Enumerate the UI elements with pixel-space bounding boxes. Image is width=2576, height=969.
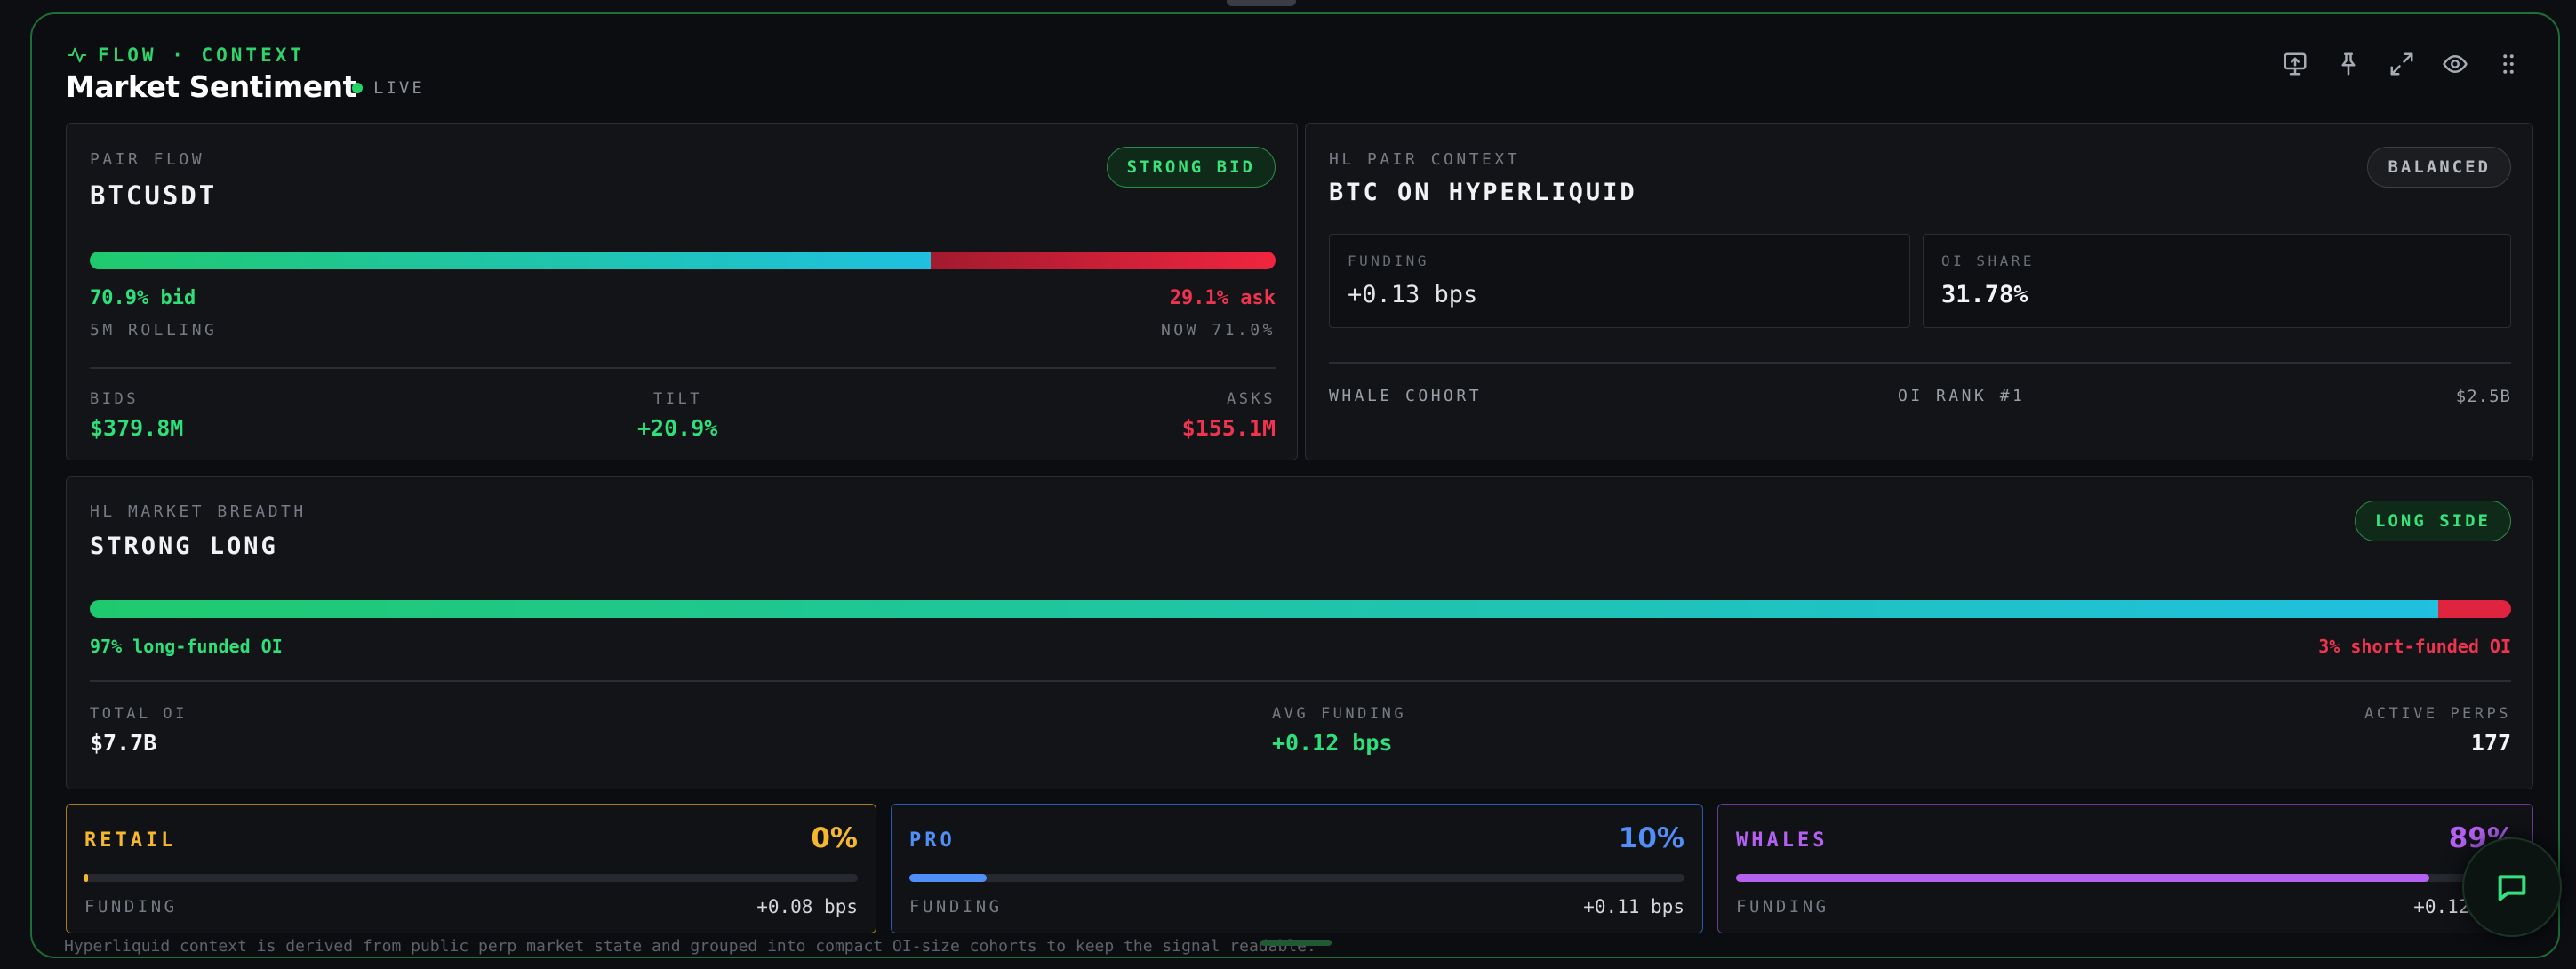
pair-flow-label: PAIR FLOW xyxy=(90,150,205,169)
eye-icon[interactable] xyxy=(2441,50,2469,78)
cohort-funding-label: FUNDING xyxy=(1736,897,1829,917)
chat-button[interactable] xyxy=(2462,837,2562,937)
cohort-whales: WHALES 89% FUNDING +0.12 bps xyxy=(1717,804,2533,933)
bid-fill xyxy=(90,252,931,269)
market-breadth-card: HL MARKET BREADTH STRONG LONG LONG SIDE … xyxy=(66,476,2533,789)
cohort-track xyxy=(1736,874,2515,882)
cohort-track xyxy=(909,874,1684,882)
pair-flow-badge: STRONG BID xyxy=(1106,147,1276,188)
live-indicator: LIVE xyxy=(352,78,425,98)
market-sentiment-panel: FLOW · CONTEXT Market Sentiment LIVE PAI… xyxy=(30,12,2560,958)
expand-icon[interactable] xyxy=(2388,50,2416,78)
now-value: NOW 71.0% xyxy=(1160,321,1276,340)
footer-note: Hyperliquid context is derived from publ… xyxy=(64,937,1316,956)
whale-cohort-value: $2.5B xyxy=(2455,387,2511,406)
tilt-label: TILT xyxy=(653,390,702,408)
window-drag-handle[interactable] xyxy=(1227,0,1296,6)
oi-rank: OI RANK #1 xyxy=(1898,387,2026,405)
total-oi-label: TOTAL OI xyxy=(90,705,188,723)
short-fill xyxy=(2438,600,2511,618)
funding-label: FUNDING xyxy=(1348,252,1429,269)
bids-value: $379.8M xyxy=(90,415,184,441)
hl-pair-context-card: HL PAIR CONTEXT BTC ON HYPERLIQUID BALAN… xyxy=(1305,123,2533,460)
avg-funding-label: AVG FUNDING xyxy=(1272,705,1407,723)
breadth-title: STRONG LONG xyxy=(90,533,278,560)
cohort-fill xyxy=(1736,874,2429,882)
whale-cohort-label: WHALE COHORT xyxy=(1329,387,1483,405)
panel-tag: FLOW · CONTEXT xyxy=(68,44,305,66)
cohort-name: WHALES xyxy=(1736,829,1828,852)
active-perps-value: 177 xyxy=(2470,730,2511,756)
asks-value: $155.1M xyxy=(1181,415,1276,441)
ask-fill xyxy=(930,252,1276,269)
pin-icon[interactable] xyxy=(2334,50,2363,78)
pair-symbol: BTCUSDT xyxy=(90,180,218,211)
long-short-bar xyxy=(90,600,2511,618)
cohort-retail: RETAIL 0% FUNDING +0.08 bps xyxy=(66,804,876,933)
active-perps-label: ACTIVE PERPS xyxy=(2364,705,2511,723)
drag-grip-icon[interactable] xyxy=(2494,50,2523,78)
cohort-funding-label: FUNDING xyxy=(84,897,178,917)
live-dot-icon xyxy=(352,83,363,93)
cohort-pro: PRO 10% FUNDING +0.11 bps xyxy=(891,804,1703,933)
cohort-funding-value: +0.08 bps xyxy=(756,896,858,917)
avg-funding-value: +0.12 bps xyxy=(1272,730,1393,756)
cohort-fill xyxy=(909,874,988,882)
pair-flow-divider xyxy=(90,367,1276,369)
oi-share-box: OI SHARE 31.78% xyxy=(1923,234,2511,328)
hl-pair-title: BTC ON HYPERLIQUID xyxy=(1329,179,1637,206)
page-title: Market Sentiment xyxy=(66,69,356,104)
bid-percent: 70.9% bid xyxy=(90,287,196,309)
chat-icon xyxy=(2498,875,2526,901)
scroll-indicator xyxy=(1260,940,1332,946)
oi-share-value: 31.78% xyxy=(1941,281,2028,308)
cohort-percent: 10% xyxy=(1618,822,1684,854)
activity-icon xyxy=(68,47,87,63)
panel-tag-text: FLOW · CONTEXT xyxy=(98,44,306,66)
oi-share-label: OI SHARE xyxy=(1941,252,2036,269)
hl-pair-label: HL PAIR CONTEXT xyxy=(1329,150,1521,169)
breadth-label: HL MARKET BREADTH xyxy=(90,502,307,521)
live-label: LIVE xyxy=(373,78,425,98)
hl-pair-divider xyxy=(1329,362,2511,364)
panel-toolbar xyxy=(2281,50,2523,78)
asks-label: ASKS xyxy=(1227,390,1276,408)
long-percent: 97% long-funded OI xyxy=(90,636,283,657)
window-label: 5M ROLLING xyxy=(90,321,218,340)
ask-percent: 29.1% ask xyxy=(1169,287,1276,309)
cohort-funding-value: +0.11 bps xyxy=(1583,896,1684,917)
hl-pair-badge: BALANCED xyxy=(2367,147,2511,188)
bid-ask-bar xyxy=(90,252,1276,269)
long-fill xyxy=(90,600,2439,618)
funding-value: +0.13 bps xyxy=(1348,281,1478,308)
monitor-upload-icon[interactable] xyxy=(2281,50,2309,78)
tilt-value: +20.9% xyxy=(637,415,718,441)
cohort-funding-label: FUNDING xyxy=(909,897,1003,917)
short-percent: 3% short-funded OI xyxy=(2318,636,2511,657)
breadth-divider xyxy=(90,680,2511,682)
cohort-track xyxy=(84,874,858,882)
cohort-name: RETAIL xyxy=(84,829,177,852)
funding-box: FUNDING +0.13 bps xyxy=(1329,234,1910,328)
total-oi-value: $7.7B xyxy=(90,730,157,756)
cohort-percent: 0% xyxy=(811,822,858,854)
breadth-badge: LONG SIDE xyxy=(2355,501,2511,541)
bids-label: BIDS xyxy=(90,390,139,408)
pair-flow-card: PAIR FLOW BTCUSDT STRONG BID 70.9% bid 2… xyxy=(66,123,1298,460)
cohort-name: PRO xyxy=(909,829,956,852)
cohort-fill xyxy=(84,874,89,882)
